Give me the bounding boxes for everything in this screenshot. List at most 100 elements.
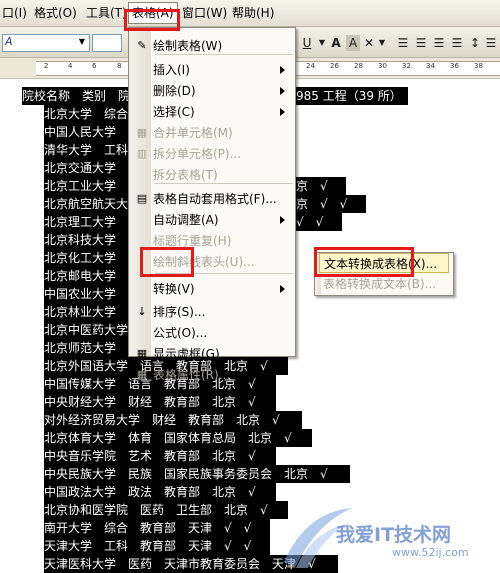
highlight-convert-item [140, 247, 194, 277]
document-line[interactable]: 北京航空航天大 [44, 195, 130, 213]
table-menu-item[interactable]: ▦ 表格属性(R)... [137, 365, 291, 385]
table-menu-item-label: 合并单元格(M) [153, 126, 233, 140]
document-line[interactable]: 南开大学 综合 教育部 天津 √ √ [44, 519, 270, 537]
document-line[interactable]: 北京邮电大学 [44, 267, 130, 285]
chevron-down-icon[interactable]: ▼ [378, 35, 386, 51]
chevron-down-icon[interactable]: ▼ [318, 35, 326, 51]
document-line[interactable]: √ √ [296, 213, 342, 231]
watermark-brand: 我爱IT技术网 [336, 524, 452, 546]
document-line[interactable]: 985 工程（39 所） [296, 87, 408, 105]
table-menu-item[interactable]: ▦ 显示虚框(G) [137, 344, 291, 364]
ruler-number: 2 [44, 62, 49, 70]
document-line[interactable]: 北京林业大学 [44, 303, 130, 321]
align-center-icon[interactable]: ☰ [414, 35, 428, 51]
menu-separator [155, 54, 293, 55]
table-to-text-item[interactable]: 表格转换成文本(B)... [323, 274, 449, 294]
site-watermark: 我爱IT技术网 www.52ij.com [276, 500, 500, 572]
document-line[interactable]: 北京交通大学 [44, 159, 130, 177]
table-to-text-label: 表格转换成文本(B)... [323, 277, 437, 291]
document-line[interactable]: 中国农业大学 [44, 285, 130, 303]
document-line[interactable]: 北京理工大学 [44, 213, 130, 231]
menu-separator [155, 183, 293, 184]
document-line[interactable]: 中央音乐学院 艺术 教育部 北京 √ [44, 447, 276, 465]
document-line[interactable]: 中国政法大学 政法 教育部 北京 √ [44, 483, 276, 501]
menubar-item-2[interactable]: 工具(T) [86, 5, 127, 21]
highlight-table-menu [124, 9, 180, 31]
document-line[interactable]: 院校名称 类别 院 [22, 87, 130, 105]
table-menu-item[interactable]: 自动调整(A) [153, 210, 291, 230]
document-line[interactable]: 对外经济贸易大学 财经 教育部 北京 √ [44, 411, 302, 429]
table-properties-icon: ▦ [136, 368, 148, 381]
table-menu-item[interactable]: ▤ 表格自动套用格式(F)... [137, 189, 291, 209]
document-line[interactable]: 北京协和医学院 医药 卫生部 北京 √ [44, 501, 288, 519]
ruler-number: 38 [474, 62, 483, 70]
char-scale-button[interactable]: ✕ [362, 35, 376, 51]
document-line[interactable]: 北京工业大学 [44, 177, 130, 195]
document-line[interactable]: 京 √ √ [296, 195, 366, 213]
submenu-arrow-icon [280, 66, 285, 74]
submenu-arrow-icon [280, 285, 285, 293]
font-size-box[interactable] [92, 34, 122, 52]
document-line[interactable]: 中央财经大学 财经 教育部 北京 √ [44, 393, 276, 411]
table-menu: ✎ 绘制表格(W) 插入(I) 删除(D) 选择(C) ▦ 合并单元格(M) ▥ 拆分单元格(P… [128, 27, 296, 382]
menubar-item-1[interactable]: 格式(O) [34, 5, 77, 21]
menu-bar: 口(I) 格式(O) 工具(T) 表格(A) 窗口(W) 帮助(H) [0, 0, 500, 27]
merge-cells-icon: ▦ [136, 126, 148, 139]
document-line[interactable]: 北京大学 综合 [44, 105, 130, 123]
table-menu-item-label: 选择(C) [153, 105, 195, 119]
table-menu-item[interactable]: 插入(I) [153, 60, 291, 80]
ruler-number: 8 [117, 62, 122, 70]
menubar-item-4[interactable]: 窗口(W) [182, 5, 227, 21]
document-line[interactable]: 北京科技大学 [44, 231, 130, 249]
split-cells-icon: ▥ [136, 147, 148, 160]
ruler-number: 4 [68, 62, 73, 70]
table-menu-item-label: 绘制表格(W) [153, 39, 223, 53]
watermark-url: www.52ij.com [392, 546, 469, 559]
style-box[interactable]: A ▼ [2, 34, 90, 52]
table-menu-item[interactable]: ▥ 拆分单元格(P)... [137, 144, 291, 164]
document-line[interactable]: 北京化工大学 [44, 249, 130, 267]
document-line[interactable]: 北京师范大学 [44, 339, 130, 357]
table-menu-item[interactable]: 公式(O)... [153, 323, 291, 343]
ruler-number: 30 [378, 62, 387, 70]
table-menu-item[interactable]: 选择(C) [153, 102, 291, 122]
ruler-number: 32 [402, 62, 411, 70]
style-glyph: A [5, 35, 13, 48]
document-line[interactable]: 北京中医药大学 [44, 321, 130, 339]
line-spacing-icon[interactable]: ↕ [468, 35, 482, 51]
char-shading-button[interactable]: A [346, 35, 360, 51]
table-menu-item-label: 表格属性(R)... [153, 368, 231, 382]
pencil-icon: ✎ [137, 39, 147, 52]
chevron-down-icon[interactable]: ▼ [76, 36, 88, 48]
autoformat-icon: ▤ [136, 192, 148, 205]
sort-icon: ↓ [137, 305, 147, 318]
menubar-item-5[interactable]: 帮助(H) [232, 5, 274, 21]
align-left-icon[interactable]: ☰ [396, 35, 410, 51]
document-line[interactable]: 清华大学 工科 [44, 141, 130, 159]
document-line[interactable]: 天津大学 工科 教育部 天津 √ √ [44, 537, 270, 555]
table-menu-item-label: 排序(S)... [153, 305, 206, 319]
table-menu-item-label: 拆分单元格(P)... [153, 147, 242, 161]
submenu-arrow-icon [280, 216, 285, 224]
ruler-number: 24 [306, 62, 315, 70]
table-menu-item-label: 拆分表格(T) [153, 168, 218, 182]
table-menu-item[interactable]: ↓ 排序(S)... [137, 302, 291, 322]
table-menu-item[interactable]: ✎ 绘制表格(W) [137, 36, 291, 56]
submenu-arrow-icon [280, 87, 285, 95]
document-line[interactable]: 北京体育大学 体育 国家体育总局 北京 √ [44, 429, 312, 447]
numbering-icon[interactable]: ☰ [484, 35, 498, 51]
document-line[interactable]: 中国人民大学 [44, 123, 130, 141]
font-color-button[interactable]: A [329, 35, 343, 51]
ruler-number: 36 [450, 62, 459, 70]
underline-button[interactable]: U [300, 35, 314, 51]
document-line[interactable]: 京 √ [296, 177, 346, 195]
table-menu-item[interactable]: 删除(D) [153, 81, 291, 101]
table-menu-item[interactable]: 转换(V) [153, 279, 291, 299]
table-menu-item-label: 公式(O)... [153, 326, 208, 340]
table-menu-item[interactable]: ▦ 合并单元格(M) [137, 123, 291, 143]
align-right-icon[interactable]: ☰ [432, 35, 446, 51]
justify-icon[interactable]: ☰ [450, 35, 464, 51]
menubar-item-0[interactable]: 口(I) [2, 5, 27, 21]
document-line[interactable]: 中央民族大学 民族 国家民族事务委员会 北京 √ [44, 465, 350, 483]
table-menu-item[interactable]: 拆分表格(T) [153, 165, 291, 185]
